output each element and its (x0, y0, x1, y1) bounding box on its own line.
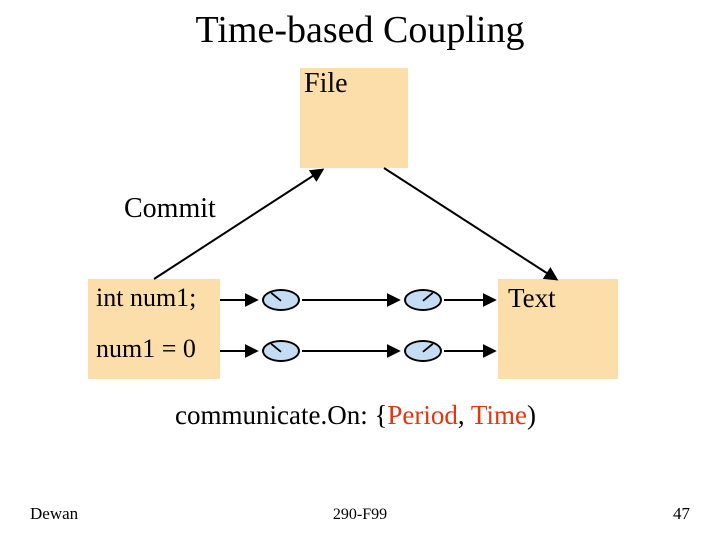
param-time: Time (471, 400, 527, 430)
commit-label: Commit (124, 193, 216, 225)
communicate-sep: , (458, 400, 471, 430)
slide-title: Time-based Coupling (0, 8, 720, 52)
text-label: Text (508, 283, 556, 314)
eye-icon (262, 289, 300, 311)
code-line-1: int num1; (96, 283, 196, 313)
footer-course: 290-F99 (0, 506, 720, 524)
eye-icon (404, 289, 442, 311)
footer-page-number: 47 (673, 504, 690, 524)
communicate-suffix: ) (527, 400, 536, 430)
communicate-on-line: communicate.On: {Period, Time) (175, 400, 536, 431)
param-period: Period (387, 400, 458, 430)
slide: Time-based Coupling File Commit int num1… (0, 0, 720, 540)
eye-icon (262, 340, 300, 362)
eye-icon (404, 340, 442, 362)
communicate-prefix: communicate.On: { (175, 400, 387, 430)
file-label: File (304, 68, 348, 100)
code-line-2: num1 = 0 (96, 334, 196, 364)
